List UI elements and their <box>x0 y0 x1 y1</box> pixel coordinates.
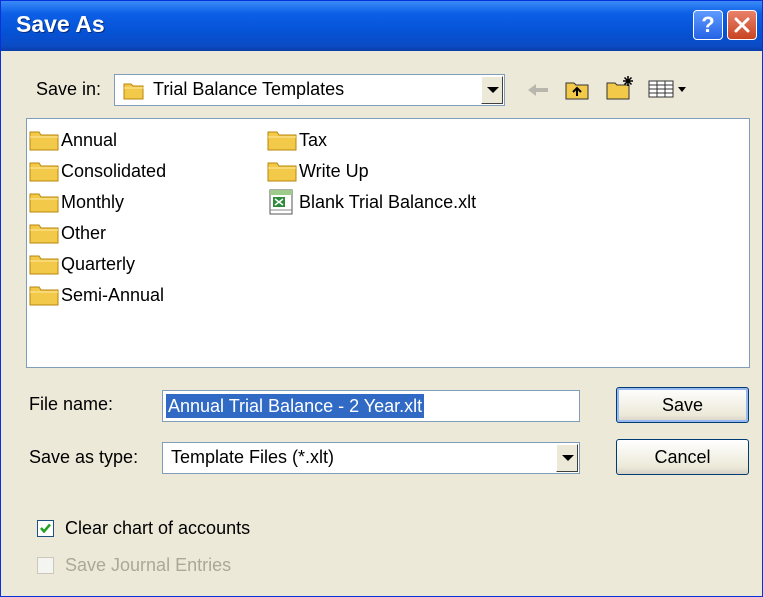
list-item[interactable]: Semi-Annual <box>29 284 164 306</box>
list-item[interactable]: Consolidated <box>29 160 166 182</box>
list-item-label: Semi-Annual <box>61 284 165 305</box>
list-item[interactable]: Write Up <box>267 160 369 182</box>
list-item[interactable]: Other <box>29 222 106 244</box>
folder-icon <box>123 83 144 100</box>
file-name-value: Annual Trial Balance - 2 Year.xlt <box>166 394 425 418</box>
save-in-value: Trial Balance Templates <box>153 79 345 99</box>
save-journal-checkbox <box>37 557 54 574</box>
list-item[interactable]: Annual <box>29 129 117 151</box>
list-item-label: Other <box>61 222 107 243</box>
list-item[interactable]: Quarterly <box>29 253 135 275</box>
new-folder-icon[interactable] <box>605 75 635 100</box>
list-item[interactable]: Tax <box>267 129 327 151</box>
list-item-label: Annual <box>61 129 118 150</box>
folder-icon <box>267 162 297 182</box>
list-item-label: Write Up <box>299 160 369 181</box>
list-item-label: Blank Trial Balance.xlt <box>299 191 477 212</box>
folder-icon <box>29 162 59 182</box>
dialog-title: Save As <box>16 11 105 37</box>
folder-icon <box>29 193 59 213</box>
save-as-dialog: Save As ? Save in: Trial Balance Templat… <box>0 0 763 597</box>
list-item[interactable]: Monthly <box>29 191 124 213</box>
folder-icon <box>29 224 59 244</box>
list-item-label: Consolidated <box>61 160 167 181</box>
folder-icon <box>29 286 59 306</box>
save-in-dropdown[interactable]: Trial Balance Templates <box>114 74 505 106</box>
title-bar[interactable]: Save As ? <box>1 1 762 51</box>
save-as-type-dropdown[interactable]: Template Files (*.xlt) <box>162 442 580 474</box>
save-as-type-label: Save as type: <box>29 447 139 467</box>
folder-icon <box>29 255 59 275</box>
clear-chart-checkbox[interactable] <box>37 520 54 537</box>
checkmark-icon <box>40 523 51 534</box>
save-as-type-value: Template Files (*.xlt) <box>171 447 335 467</box>
excel-template-icon <box>269 189 293 215</box>
up-folder-icon[interactable] <box>564 78 590 100</box>
folder-icon <box>267 131 297 151</box>
clear-chart-label: Clear chart of accounts <box>65 518 251 538</box>
help-icon: ? <box>701 12 715 37</box>
list-item-label: Quarterly <box>61 253 136 274</box>
help-button[interactable]: ? <box>693 10 723 40</box>
file-name-label: File name: <box>29 394 114 414</box>
back-arrow-icon[interactable] <box>526 81 550 99</box>
folder-icon <box>29 131 59 151</box>
file-name-input[interactable]: Annual Trial Balance - 2 Year.xlt <box>162 390 580 422</box>
save-as-type-dropdown-arrow[interactable] <box>556 444 578 472</box>
list-item-label: Monthly <box>61 191 125 212</box>
save-in-label: Save in: <box>36 79 102 99</box>
list-item[interactable]: Blank Trial Balance.xlt <box>267 189 476 215</box>
list-item-label: Tax <box>299 129 328 150</box>
views-menu-icon[interactable] <box>648 79 688 99</box>
save-journal-label: Save Journal Entries <box>65 555 232 575</box>
cancel-button[interactable]: Cancel <box>616 439 749 475</box>
close-button[interactable] <box>727 10 757 40</box>
save-in-dropdown-arrow[interactable] <box>481 76 503 104</box>
close-icon <box>734 17 750 33</box>
save-button[interactable]: Save <box>616 387 749 423</box>
file-list[interactable]: Annual Consolidated Monthly Other Quarte… <box>26 118 750 368</box>
